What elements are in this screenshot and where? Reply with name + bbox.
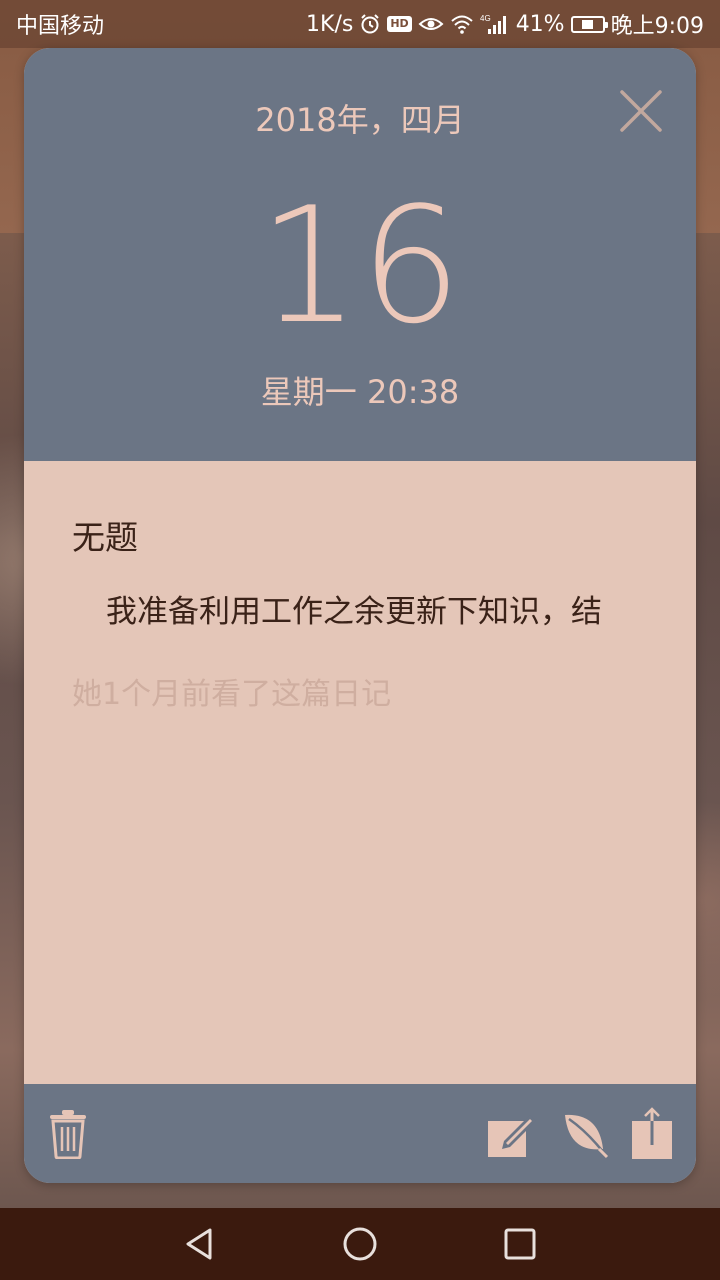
clock: 晚上9:09 [610,14,704,39]
battery-level [582,19,593,29]
action-toolbar [24,1084,696,1183]
leaf-icon [565,1114,609,1159]
battery-icon [570,15,608,33]
diary-content: 我准备利用工作之余更新下知识，结 [106,594,602,630]
back-icon [186,1228,212,1260]
trash-icon [50,1110,86,1159]
edit-icon [488,1115,536,1157]
diary-body[interactable]: 无题 我准备利用工作之余更新下知识，结 她1个月前看了这篇日记 [24,461,696,1084]
weekday-time: 星期一 20:38 [260,373,460,411]
diary-dialog: 2018年，四月 16 星期一 20:38 无题 我准备利用工作之余更新下知识，… [24,48,696,1183]
home-icon [343,1227,377,1261]
close-icon [620,90,662,132]
close-button[interactable] [618,88,664,134]
diary-title: 无题 [72,518,138,557]
network-type-label: 4G [480,14,491,23]
date-header: 2018年，四月 16 星期一 20:38 [24,48,696,461]
eye-icon [418,14,444,34]
delete-button[interactable] [42,1108,94,1160]
edit-button[interactable] [486,1108,538,1160]
hd-icon: HD [387,16,412,32]
recent-apps-icon [504,1228,536,1260]
month-year: 2018年，四月 [255,101,465,139]
read-status: 她1个月前看了这篇日记 [72,677,392,712]
carrier-label: 中国移动 [16,14,105,39]
home-button[interactable] [340,1224,380,1264]
share-icon [632,1107,672,1159]
network-speed: 1K/s [306,11,354,37]
status-bar: 中国移动 1K/s HD 4G 41% 晚上9:09 [0,0,720,48]
leaf-button[interactable] [558,1108,610,1160]
wifi-icon [450,14,474,34]
signal-icon: 4G [480,13,510,35]
day-number: 16 [258,172,462,359]
alarm-icon [359,13,381,35]
recent-apps-button[interactable] [500,1224,540,1264]
navigation-bar [0,1208,720,1280]
status-icons: 1K/s HD 4G 41% 晚上9:09 [306,8,704,40]
share-button[interactable] [626,1107,678,1160]
battery-percent: 41% [515,11,565,37]
back-button[interactable] [180,1224,220,1264]
